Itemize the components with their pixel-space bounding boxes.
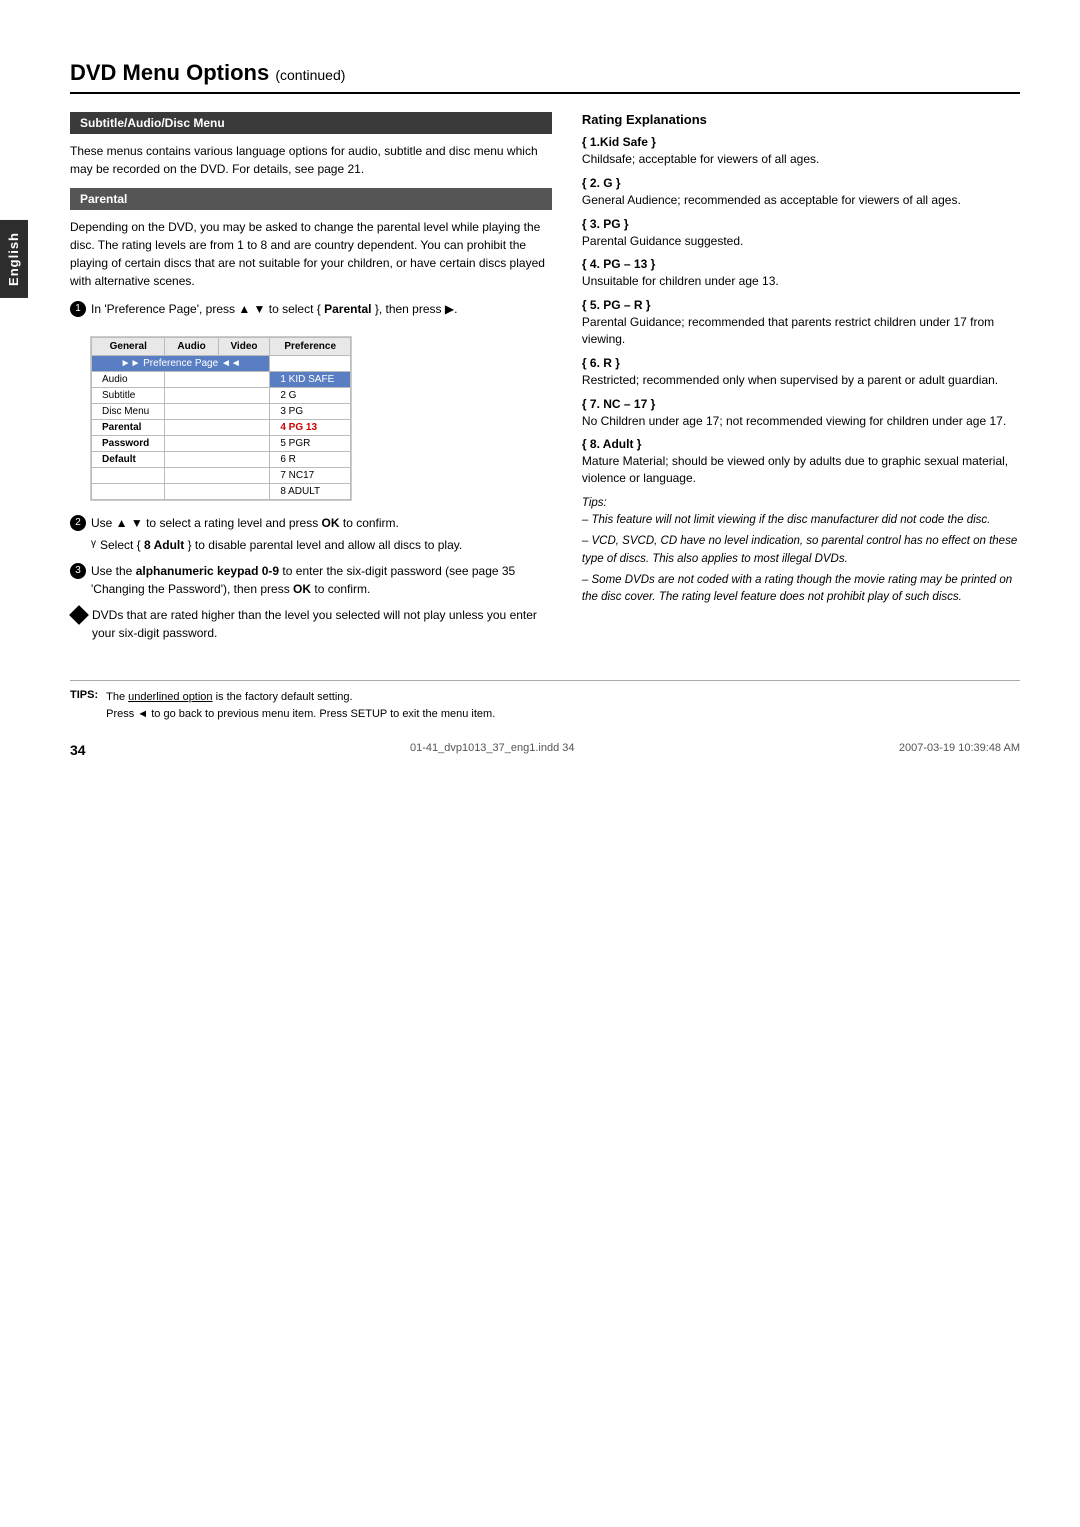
row-nc17-label xyxy=(92,468,165,484)
right-column: Rating Explanations { 1.Kid Safe } Child… xyxy=(582,112,1020,650)
col-preference: Preference xyxy=(270,338,351,356)
rating-adult-desc: Mature Material; should be viewed only b… xyxy=(582,453,1020,487)
rating-pg13-desc: Unsuitable for children under age 13. xyxy=(582,273,1020,290)
pref-page-row: ►► Preference Page ◄◄ xyxy=(92,356,270,372)
row-discmenu-label: Disc Menu xyxy=(92,404,165,420)
row-default-label: Default xyxy=(92,452,165,468)
tips-label: Tips: xyxy=(582,495,1020,512)
step-2-sub: Select { 8 Adult } to disable parental l… xyxy=(100,536,462,554)
step-1-text: In 'Preference Page', press ▲ ▼ to selec… xyxy=(91,300,457,318)
tips-line-2: Press ◄ to go back to previous menu item… xyxy=(106,706,495,723)
rating-g-label: { 2. G } xyxy=(582,176,1020,190)
rating-kid-safe-label: { 1.Kid Safe } xyxy=(582,135,1020,149)
pref-page-right xyxy=(270,356,351,372)
subtitle-section-text: These menus contains various language op… xyxy=(70,142,552,178)
step-3-text: Use the alphanumeric keypad 0-9 to enter… xyxy=(91,562,552,598)
step-4-text: DVDs that are rated higher than the leve… xyxy=(92,606,552,642)
rating-g-desc: General Audience; recommended as accepta… xyxy=(582,192,1020,209)
row-password-empty xyxy=(165,436,270,452)
step-1-num: 1 xyxy=(70,301,86,317)
col-video: Video xyxy=(218,338,270,356)
row-subtitle-label: Subtitle xyxy=(92,388,165,404)
row-adult-label xyxy=(92,484,165,500)
row-parental-empty xyxy=(165,420,270,436)
row-adult-value: 8 ADULT xyxy=(270,484,351,500)
row-adult-empty xyxy=(165,484,270,500)
footer-left: 01-41_dvp1013_37_eng1.indd 34 xyxy=(410,742,575,758)
step-3-num: 3 xyxy=(70,563,86,579)
step-4: DVDs that are rated higher than the leve… xyxy=(72,606,552,642)
rating-kid-safe-desc: Childsafe; acceptable for viewers of all… xyxy=(582,151,1020,168)
title-continued: (continued) xyxy=(275,67,345,83)
step-1: 1 In 'Preference Page', press ▲ ▼ to sel… xyxy=(70,300,552,318)
rating-pgr-desc: Parental Guidance; recommended that pare… xyxy=(582,314,1020,348)
col-audio: Audio xyxy=(165,338,218,356)
rating-pgr: { 5. PG – R } Parental Guidance; recomme… xyxy=(582,298,1020,348)
col-general: General xyxy=(92,338,165,356)
rating-nc17: { 7. NC – 17 } No Children under age 17;… xyxy=(582,397,1020,430)
rating-pgr-label: { 5. PG – R } xyxy=(582,298,1020,312)
row-discmenu-empty xyxy=(165,404,270,420)
parental-header: Parental xyxy=(70,188,552,210)
row-subtitle-value: 2 G xyxy=(270,388,351,404)
step-2: 2 Use ▲ ▼ to select a rating level and p… xyxy=(70,514,552,554)
preference-table: General Audio Video Preference ►► Prefer… xyxy=(91,337,351,500)
row-password-value: 5 PGR xyxy=(270,436,351,452)
page-container: English DVD Menu Options (continued) Sub… xyxy=(0,0,1080,1527)
rating-pg13: { 4. PG – 13 } Unsuitable for children u… xyxy=(582,257,1020,290)
tips-content: The underlined option is the factory def… xyxy=(106,689,495,722)
rating-r-label: { 6. R } xyxy=(582,356,1020,370)
rating-pg-label: { 3. PG } xyxy=(582,217,1020,231)
rating-adult-label: { 8. Adult } xyxy=(582,437,1020,451)
rating-nc17-label: { 7. NC – 17 } xyxy=(582,397,1020,411)
row-parental-value: 4 PG 13 xyxy=(270,420,351,436)
subtitle-section-header: Subtitle/Audio/Disc Menu xyxy=(70,112,552,134)
rating-pg13-label: { 4. PG – 13 } xyxy=(582,257,1020,271)
rating-r: { 6. R } Restricted; recommended only wh… xyxy=(582,356,1020,389)
tip-2: – VCD, SVCD, CD have no level indication… xyxy=(582,533,1020,568)
rating-title: Rating Explanations xyxy=(582,112,1020,127)
row-audio-value: 1 KID SAFE xyxy=(270,372,351,388)
rating-adult: { 8. Adult } Mature Material; should be … xyxy=(582,437,1020,487)
two-column-layout: Subtitle/Audio/Disc Menu These menus con… xyxy=(70,112,1020,650)
rating-nc17-desc: No Children under age 17; not recommende… xyxy=(582,413,1020,430)
english-tab: English xyxy=(0,220,28,298)
title-text: DVD Menu Options xyxy=(70,60,269,85)
parental-text: Depending on the DVD, you may be asked t… xyxy=(70,218,552,290)
tips-section: Tips: – This feature will not limit view… xyxy=(582,495,1020,607)
page-number: 34 xyxy=(70,742,86,758)
row-audio-label: Audio xyxy=(92,372,165,388)
page-title: DVD Menu Options (continued) xyxy=(70,60,1020,94)
tips-line-1: The underlined option is the factory def… xyxy=(106,689,495,706)
step-2-num: 2 xyxy=(70,515,86,531)
rating-pg-desc: Parental Guidance suggested. xyxy=(582,233,1020,250)
row-subtitle-empty xyxy=(165,388,270,404)
rating-kid-safe: { 1.Kid Safe } Childsafe; acceptable for… xyxy=(582,135,1020,168)
main-content: DVD Menu Options (continued) Subtitle/Au… xyxy=(70,60,1020,758)
step-2-content: Use ▲ ▼ to select a rating level and pre… xyxy=(91,514,462,554)
menu-table-wrapper: General Audio Video Preference ►► Prefer… xyxy=(90,336,352,501)
row-audio-empty xyxy=(165,372,270,388)
tip-1: – This feature will not limit viewing if… xyxy=(582,512,1020,529)
tips-line1-suffix: is the factory default setting. xyxy=(213,691,353,703)
row-default-value: 6 R xyxy=(270,452,351,468)
rating-pg: { 3. PG } Parental Guidance suggested. xyxy=(582,217,1020,250)
left-column: Subtitle/Audio/Disc Menu These menus con… xyxy=(70,112,552,650)
tip-3: – Some DVDs are not coded with a rating … xyxy=(582,572,1020,607)
rating-g: { 2. G } General Audience; recommended a… xyxy=(582,176,1020,209)
row-nc17-value: 7 NC17 xyxy=(270,468,351,484)
row-discmenu-value: 3 PG xyxy=(270,404,351,420)
row-nc17-empty xyxy=(165,468,270,484)
tips-line1-prefix: The xyxy=(106,691,128,703)
tips-line1-underlined: underlined option xyxy=(128,691,212,703)
row-default-empty xyxy=(165,452,270,468)
row-parental-label: Parental xyxy=(92,420,165,436)
tips-bold-label: TIPS: xyxy=(70,689,98,701)
bottom-tips: TIPS: The underlined option is the facto… xyxy=(70,680,1020,722)
row-password-label: Password xyxy=(92,436,165,452)
rating-r-desc: Restricted; recommended only when superv… xyxy=(582,372,1020,389)
footer: 34 01-41_dvp1013_37_eng1.indd 34 2007-03… xyxy=(70,742,1020,758)
footer-right: 2007-03-19 10:39:48 AM xyxy=(899,742,1020,758)
step-3: 3 Use the alphanumeric keypad 0-9 to ent… xyxy=(70,562,552,598)
